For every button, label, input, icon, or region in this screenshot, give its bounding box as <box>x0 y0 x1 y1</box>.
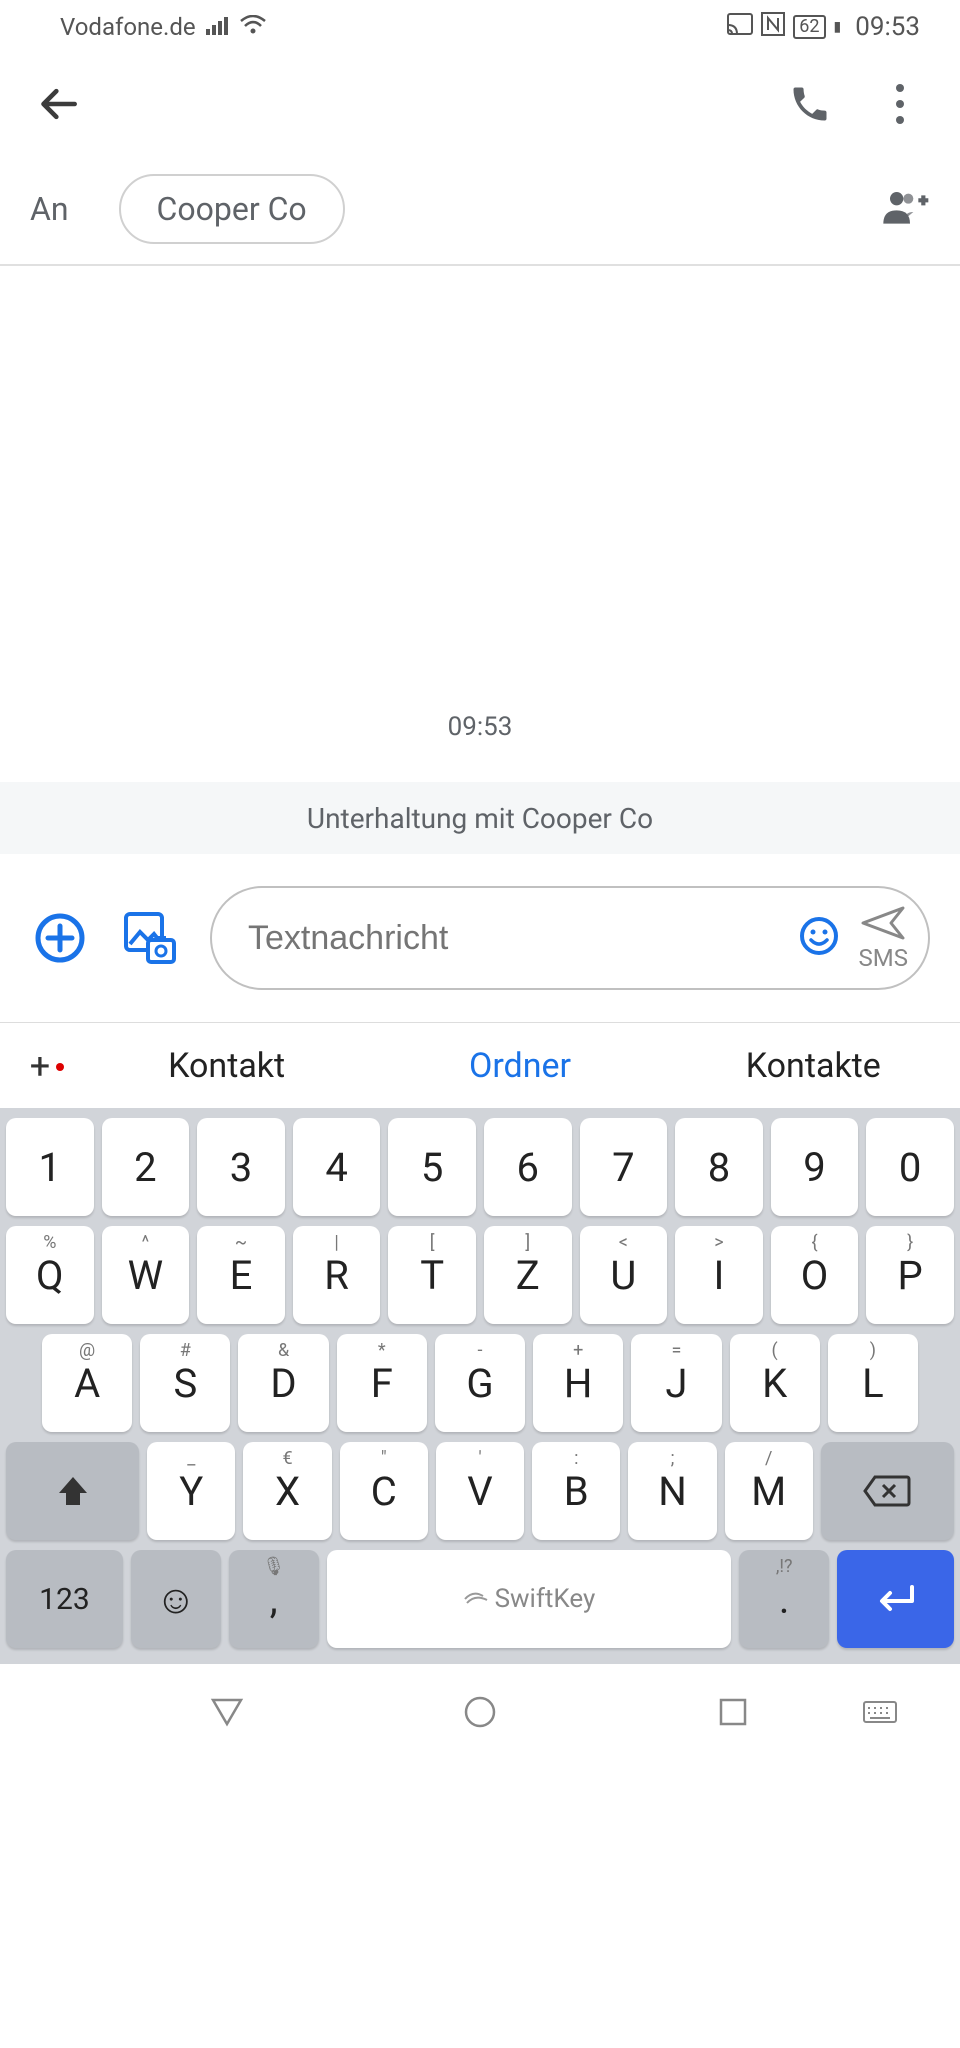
recipient-row: An Cooper Co <box>0 154 960 264</box>
key-f[interactable]: *F <box>337 1334 427 1432</box>
shift-key[interactable] <box>6 1442 139 1540</box>
compose-bar: SMS <box>0 854 960 1022</box>
comma-key[interactable]: 🎙, <box>229 1550 319 1648</box>
key-e[interactable]: ~E <box>197 1226 285 1324</box>
nav-back-button[interactable] <box>207 1692 247 1736</box>
wifi-icon <box>240 13 266 41</box>
message-timestamp: 09:53 <box>448 712 513 742</box>
key-a[interactable]: @A <box>42 1334 132 1432</box>
key-0[interactable]: 0 <box>866 1118 954 1216</box>
key-m[interactable]: /M <box>725 1442 813 1540</box>
key-k[interactable]: (K <box>730 1334 820 1432</box>
gallery-camera-button[interactable] <box>120 908 180 968</box>
signal-icon <box>206 13 230 41</box>
status-bar: Vodafone.de 62 ▮ 09:53 <box>0 0 960 54</box>
key-z[interactable]: ]Z <box>484 1226 572 1324</box>
backspace-key[interactable] <box>821 1442 954 1540</box>
overflow-menu-button[interactable] <box>870 74 930 134</box>
key-r[interactable]: |R <box>293 1226 381 1324</box>
key-n[interactable]: ;N <box>628 1442 716 1540</box>
suggestion-2[interactable]: Ordner <box>373 1046 666 1086</box>
battery-tip: ▮ <box>834 19 842 35</box>
add-recipient-button[interactable] <box>880 187 930 231</box>
key-i[interactable]: >I <box>675 1226 763 1324</box>
key-h[interactable]: +H <box>533 1334 623 1432</box>
numeric-key[interactable]: 123 <box>6 1550 123 1648</box>
key-q[interactable]: %Q <box>6 1226 94 1324</box>
suggestion-3[interactable]: Kontakte <box>667 1046 960 1086</box>
send-mode-label: SMS <box>859 944 908 972</box>
key-j[interactable]: =J <box>631 1334 721 1432</box>
key-1[interactable]: 1 <box>6 1118 94 1216</box>
key-v[interactable]: 'V <box>436 1442 524 1540</box>
key-w[interactable]: ^W <box>102 1226 190 1324</box>
cast-icon <box>727 13 753 41</box>
key-p[interactable]: }P <box>866 1226 954 1324</box>
recipient-chip[interactable]: Cooper Co <box>119 174 345 244</box>
key-8[interactable]: 8 <box>675 1118 763 1216</box>
nav-recent-button[interactable] <box>713 1692 753 1736</box>
key-l[interactable]: )L <box>828 1334 918 1432</box>
conversation-info-banner: Unterhaltung mit Cooper Co <box>0 782 960 854</box>
key-x[interactable]: €X <box>243 1442 331 1540</box>
key-9[interactable]: 9 <box>771 1118 859 1216</box>
carrier-label: Vodafone.de <box>60 13 196 41</box>
attach-button[interactable] <box>30 908 90 968</box>
key-s[interactable]: #S <box>140 1334 230 1432</box>
battery-indicator: 62 <box>793 15 825 39</box>
nfc-icon <box>761 12 785 42</box>
system-nav-bar <box>0 1664 960 1764</box>
key-o[interactable]: {O <box>771 1226 859 1324</box>
keyboard: 1234567890 %Q^W~E|R[T]Z<U>I{O}P @A#S&D*F… <box>0 1108 960 1664</box>
ime-switch-button[interactable] <box>860 1692 900 1736</box>
keyboard-brand: SwiftKey <box>463 1584 596 1614</box>
back-button[interactable] <box>30 74 90 134</box>
recipient-label: An <box>30 190 69 228</box>
key-3[interactable]: 3 <box>197 1118 285 1216</box>
key-y[interactable]: _Y <box>147 1442 235 1540</box>
key-g[interactable]: -G <box>435 1334 525 1432</box>
app-bar <box>0 54 960 154</box>
space-key[interactable]: SwiftKey <box>327 1550 732 1648</box>
suggestion-1[interactable]: Kontakt <box>80 1046 373 1086</box>
key-7[interactable]: 7 <box>580 1118 668 1216</box>
keyboard-suggestion-bar: + Kontakt Ordner Kontakte <box>0 1022 960 1108</box>
key-t[interactable]: [T <box>388 1226 476 1324</box>
send-button[interactable]: SMS <box>859 904 908 972</box>
emoji-button[interactable] <box>799 916 839 960</box>
emoji-keyboard-key[interactable]: ☺ <box>131 1550 221 1648</box>
conversation-area[interactable]: 09:53 <box>0 266 960 782</box>
key-b[interactable]: :B <box>532 1442 620 1540</box>
key-4[interactable]: 4 <box>293 1118 381 1216</box>
key-5[interactable]: 5 <box>388 1118 476 1216</box>
key-u[interactable]: <U <box>580 1226 668 1324</box>
key-d[interactable]: &D <box>238 1334 328 1432</box>
key-6[interactable]: 6 <box>484 1118 572 1216</box>
enter-key[interactable] <box>837 1550 954 1648</box>
suggestion-expand-button[interactable]: + <box>0 1045 80 1087</box>
call-button[interactable] <box>780 74 840 134</box>
status-time: 09:53 <box>855 12 920 42</box>
key-c[interactable]: "C <box>340 1442 428 1540</box>
message-input-container: SMS <box>210 886 930 990</box>
key-2[interactable]: 2 <box>102 1118 190 1216</box>
period-key[interactable]: ,!?. <box>739 1550 829 1648</box>
message-input[interactable] <box>248 919 799 958</box>
nav-home-button[interactable] <box>460 1692 500 1736</box>
